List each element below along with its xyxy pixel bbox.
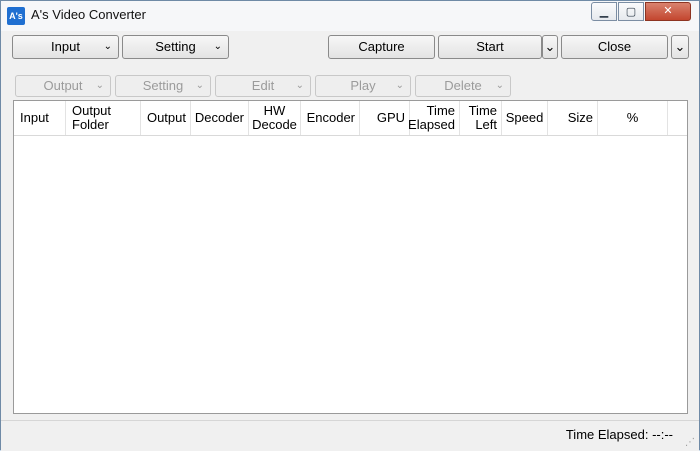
col-filler-header <box>668 101 687 135</box>
close-label: Close <box>597 39 632 54</box>
col-encoder-header[interactable]: Encoder <box>301 101 360 135</box>
chevron-down-icon: ⌄ <box>103 41 112 52</box>
col-output-header[interactable]: Output <box>141 101 191 135</box>
chevron-down-icon: ⌄ <box>213 41 222 52</box>
col-percent-header[interactable]: % <box>598 101 668 135</box>
window-close-button[interactable]: ✕ <box>645 2 691 21</box>
chevron-down-icon: ⌄ <box>395 80 404 91</box>
chevron-down-icon: ⌄ <box>195 80 204 91</box>
close-icon: ✕ <box>663 4 673 17</box>
col-gpu-header[interactable]: GPU <box>360 101 410 135</box>
setting-action-label: Setting <box>142 78 184 93</box>
window-title: A's Video Converter <box>31 7 146 22</box>
delete-action-dropdown[interactable]: Delete ⌄ <box>415 75 511 97</box>
capture-button[interactable]: Capture <box>328 35 435 59</box>
col-time-elapsed-header[interactable]: Time Elapsed <box>408 101 460 135</box>
job-list[interactable]: Input Output Folder Output Decoder HW De… <box>13 100 688 414</box>
close-button[interactable]: Close <box>561 35 668 59</box>
capture-label: Capture <box>358 39 405 54</box>
chevron-down-icon: ⌄ <box>295 80 304 91</box>
resize-grip-icon[interactable]: ⋰ <box>685 437 697 449</box>
output-action-dropdown[interactable]: Output ⌄ <box>15 75 111 97</box>
app-icon: A's <box>7 7 25 25</box>
chevron-down-icon: ⌄ <box>544 39 556 54</box>
app-window: A's A's Video Converter ▁ ▢ ✕ Input ⌄ Se… <box>0 0 700 451</box>
setting-label: Setting <box>155 39 196 54</box>
input-dropdown-button[interactable]: Input ⌄ <box>12 35 119 59</box>
play-action-dropdown[interactable]: Play ⌄ <box>315 75 411 97</box>
main-toolbar: Input ⌄ Setting ⌄ Capture Start ⌄ Close … <box>9 33 691 63</box>
maximize-icon: ▢ <box>625 5 637 18</box>
status-bar: Time Elapsed: --:-- ⋰ <box>1 420 699 451</box>
col-hw-decode-header[interactable]: HW Decode <box>249 101 301 135</box>
input-label: Input <box>51 39 80 54</box>
col-speed-header[interactable]: Speed <box>502 101 548 135</box>
col-decoder-header[interactable]: Decoder <box>191 101 249 135</box>
chevron-down-icon: ⌄ <box>95 80 104 91</box>
start-menu-button[interactable]: ⌄ <box>542 35 558 59</box>
delete-action-label: Delete <box>444 78 482 93</box>
close-menu-button[interactable]: ⌄ <box>671 35 689 59</box>
edit-action-label: Edit <box>251 78 275 93</box>
title-bar: A's A's Video Converter ▁ ▢ ✕ <box>1 1 699 31</box>
play-action-label: Play <box>350 78 376 93</box>
col-size-header[interactable]: Size <box>548 101 598 135</box>
list-actions-toolbar: Output ⌄ Setting ⌄ Edit ⌄ Play ⌄ Delete … <box>15 75 515 99</box>
output-action-label: Output <box>43 78 83 93</box>
setting-dropdown-button[interactable]: Setting ⌄ <box>122 35 229 59</box>
edit-action-dropdown[interactable]: Edit ⌄ <box>215 75 311 97</box>
col-output-folder-header[interactable]: Output Folder <box>66 101 141 135</box>
maximize-button[interactable]: ▢ <box>618 2 644 21</box>
time-elapsed-status: Time Elapsed: --:-- <box>565 427 673 442</box>
chevron-down-icon: ⌄ <box>495 80 504 91</box>
col-input-header[interactable]: Input <box>14 101 66 135</box>
minimize-button[interactable]: ▁ <box>591 2 617 21</box>
start-button[interactable]: Start <box>438 35 542 59</box>
start-label: Start <box>476 39 504 54</box>
setting-action-dropdown[interactable]: Setting ⌄ <box>115 75 211 97</box>
minimize-icon: ▁ <box>599 5 609 18</box>
chevron-down-icon: ⌄ <box>674 39 686 54</box>
col-time-left-header[interactable]: Time Left <box>460 101 502 135</box>
list-header: Input Output Folder Output Decoder HW De… <box>14 101 687 136</box>
